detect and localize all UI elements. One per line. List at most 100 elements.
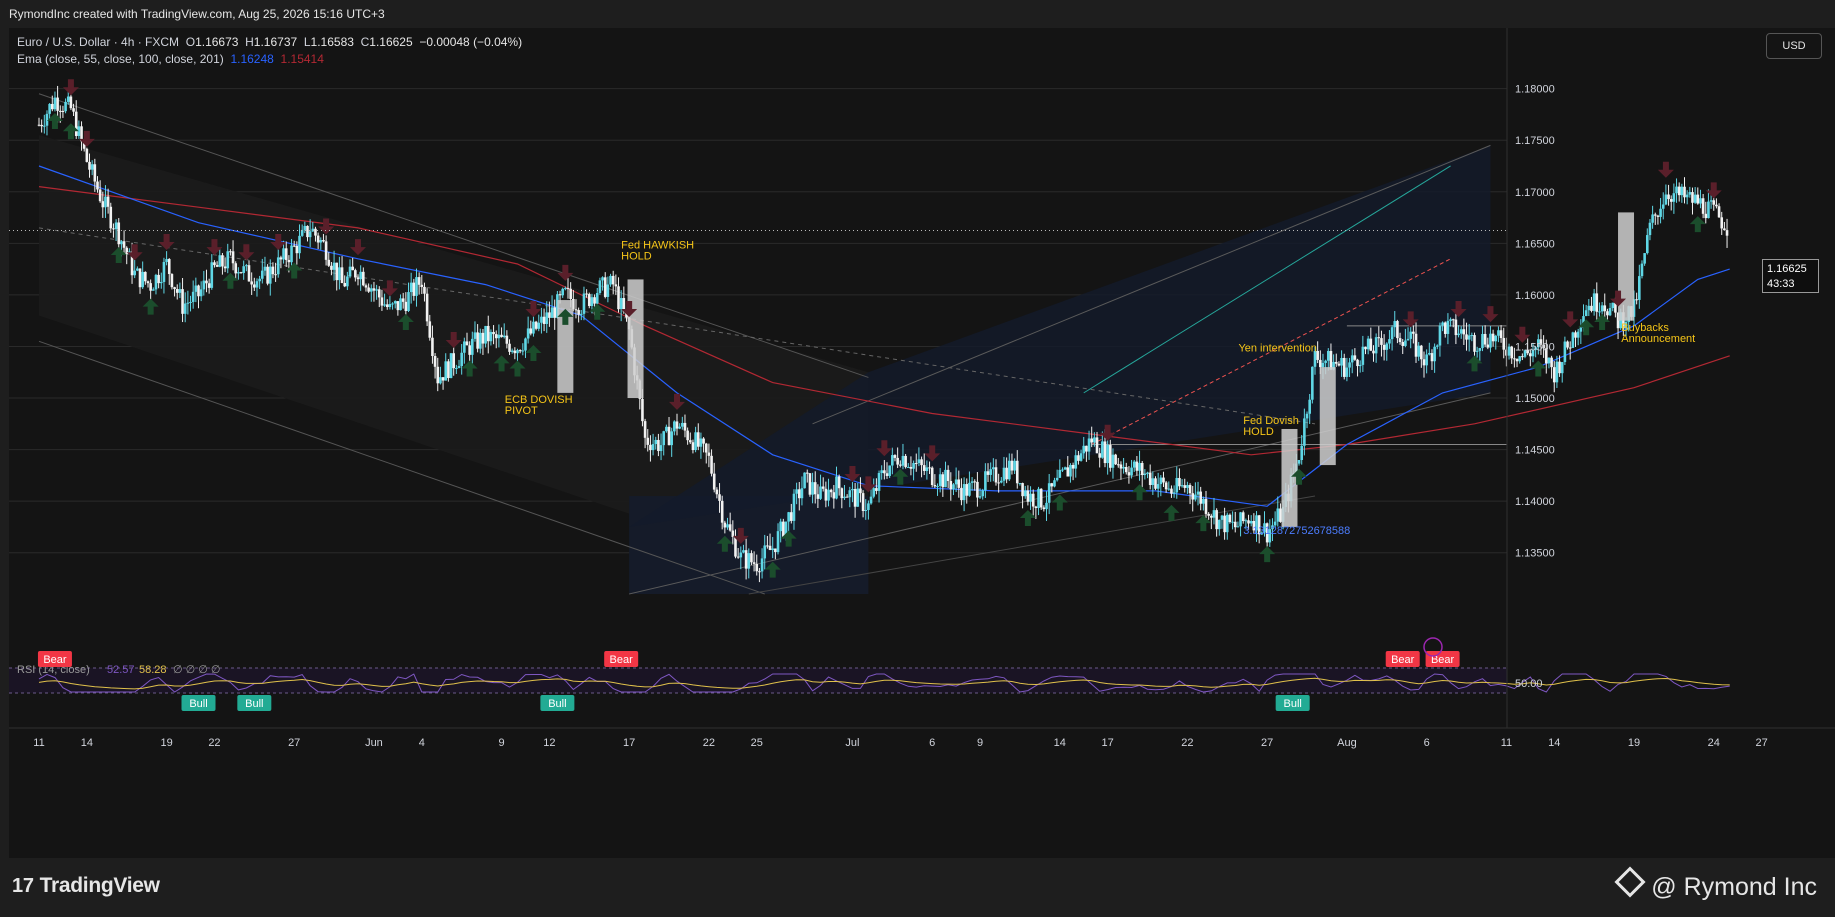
candle-body bbox=[1210, 515, 1213, 518]
candle-body bbox=[1529, 353, 1532, 357]
candle-body bbox=[1085, 445, 1088, 452]
candle-body bbox=[909, 466, 913, 469]
candle-body bbox=[1098, 453, 1101, 458]
candle-body bbox=[348, 266, 352, 277]
candle-body bbox=[1377, 337, 1381, 339]
candle-body bbox=[710, 455, 713, 474]
candle-body bbox=[1021, 483, 1024, 497]
candle-body bbox=[58, 110, 62, 112]
candle-body bbox=[1653, 214, 1657, 216]
candle-body bbox=[497, 334, 501, 339]
candle-body bbox=[893, 455, 897, 458]
candle-body bbox=[837, 476, 841, 489]
candle-body bbox=[1055, 477, 1059, 481]
candle-body bbox=[1566, 341, 1569, 348]
time-tick-label: 9 bbox=[498, 737, 504, 749]
candle-body bbox=[1191, 493, 1195, 500]
candle-body bbox=[1321, 362, 1325, 368]
candle-body bbox=[1188, 485, 1192, 494]
candle-body bbox=[197, 285, 200, 297]
candle-body bbox=[271, 266, 275, 275]
candle-body bbox=[1680, 186, 1684, 196]
time-tick-label: 14 bbox=[1548, 737, 1560, 749]
candle-body bbox=[136, 268, 139, 271]
candle-body bbox=[1132, 461, 1136, 468]
candle-body bbox=[242, 266, 245, 273]
candle-body bbox=[1677, 186, 1681, 196]
candle-body bbox=[883, 470, 886, 474]
candle-body bbox=[1340, 357, 1343, 366]
time-tick-label: 6 bbox=[929, 737, 935, 749]
price-chart[interactable]: Fed HAWKISHHOLDECB DOVISHPIVOTYen interv… bbox=[9, 28, 1835, 858]
candle-body bbox=[1170, 488, 1173, 494]
candle-body bbox=[1093, 437, 1096, 443]
candle-body bbox=[157, 274, 160, 284]
candle-body bbox=[431, 337, 434, 357]
time-tick-label: 11 bbox=[33, 737, 44, 749]
candle-body bbox=[1186, 485, 1189, 488]
candle-body bbox=[74, 111, 78, 136]
candle-body bbox=[595, 293, 599, 304]
price-tick-label: 1.15500 bbox=[1515, 341, 1555, 353]
candle-body bbox=[1050, 483, 1054, 487]
annotation-label-line2: HOLD bbox=[1243, 426, 1274, 438]
candle-body bbox=[792, 493, 796, 521]
candle-body bbox=[112, 228, 115, 230]
candle-body bbox=[1568, 347, 1572, 349]
candle-body bbox=[1470, 335, 1474, 337]
candle-body bbox=[981, 490, 985, 497]
ema-legend[interactable]: Ema (close, 55, close, 100, close, 201) … bbox=[17, 51, 522, 68]
candle-body bbox=[1555, 361, 1559, 383]
candle-body bbox=[598, 280, 602, 294]
candle-body bbox=[1478, 348, 1482, 351]
candle-body bbox=[906, 466, 910, 468]
candle-body bbox=[1643, 253, 1646, 264]
candle-body bbox=[928, 467, 931, 469]
candle-body bbox=[1669, 199, 1673, 202]
attribution-text: RymondInc created with TradingView.com, … bbox=[9, 7, 385, 21]
candle-body bbox=[1194, 494, 1197, 500]
candle-body bbox=[502, 335, 506, 338]
candle-body bbox=[486, 325, 490, 342]
candle-body bbox=[1414, 333, 1418, 357]
currency-button[interactable]: USD bbox=[1766, 33, 1822, 59]
candle-body bbox=[944, 469, 947, 488]
candle-body bbox=[1225, 514, 1229, 533]
candle-body bbox=[747, 553, 751, 569]
candle-body bbox=[1337, 363, 1341, 366]
candle-body bbox=[734, 536, 737, 557]
candle-body bbox=[167, 259, 171, 275]
candle-body bbox=[1031, 493, 1035, 507]
annotation-label-line2: PIVOT bbox=[505, 405, 538, 417]
candle-body bbox=[1247, 520, 1250, 524]
candle-body bbox=[805, 472, 809, 474]
candle-body bbox=[223, 266, 227, 269]
candle-body bbox=[202, 280, 206, 290]
candle-body bbox=[585, 293, 588, 295]
tradingview-logo[interactable]: 17 TradingView bbox=[12, 874, 160, 898]
candle-body bbox=[558, 294, 562, 296]
candle-body bbox=[532, 321, 535, 334]
candle-body bbox=[1475, 350, 1479, 352]
candle-body bbox=[183, 303, 187, 314]
candle-body bbox=[821, 486, 825, 489]
candle-body bbox=[688, 440, 692, 443]
time-tick-label: 19 bbox=[160, 737, 172, 749]
candle-body bbox=[797, 489, 801, 499]
candle-body bbox=[720, 500, 724, 523]
candle-body bbox=[423, 286, 426, 294]
candle-body bbox=[518, 350, 522, 352]
candle-body bbox=[1159, 477, 1163, 485]
candle-body bbox=[481, 332, 485, 344]
footer-bar: 17 TradingView @ Rymond Inc bbox=[0, 858, 1835, 917]
chart-legend: Euro / U.S. Dollar · 4h · FXCM O1.16673 … bbox=[17, 34, 522, 68]
candle-body bbox=[1018, 483, 1022, 485]
candle-body bbox=[1324, 360, 1327, 363]
candle-body bbox=[170, 274, 174, 288]
candle-body bbox=[287, 259, 291, 263]
candle-body bbox=[1396, 321, 1399, 339]
candle-body bbox=[1435, 345, 1439, 347]
candle-body bbox=[1603, 305, 1607, 312]
candle-body bbox=[484, 325, 487, 344]
candle-body bbox=[1239, 512, 1242, 527]
